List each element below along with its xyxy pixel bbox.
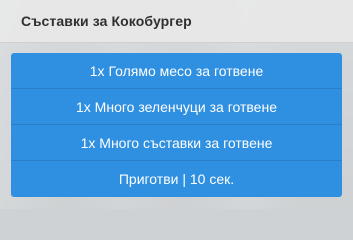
ingredient-vegetables-button[interactable]: 1x Много зеленчуци за готвене <box>11 89 342 125</box>
ingredient-misc-button[interactable]: 1x Много съставки за готвене <box>11 125 342 161</box>
panel-title: Съставки за Кокобургер <box>21 13 192 29</box>
cook-button[interactable]: Приготви | 10 сек. <box>11 161 342 197</box>
action-list: 1x Голямо месо за готвене 1x Много зелен… <box>11 53 342 197</box>
ingredient-misc-label: 1x Много съставки за готвене <box>80 134 273 151</box>
cook-button-label: Приготви | 10 сек. <box>118 171 235 187</box>
ingredient-meat-button[interactable]: 1x Голямо месо за готвене <box>11 53 342 89</box>
ingredients-panel: Съставки за Кокобургер 1x Голямо месо за… <box>0 0 353 209</box>
panel-header: Съставки за Кокобургер <box>0 0 353 43</box>
ingredient-vegetables-label: 1x Много зеленчуци за готвене <box>76 98 277 115</box>
ingredient-meat-label: 1x Голямо месо за готвене <box>89 62 264 79</box>
